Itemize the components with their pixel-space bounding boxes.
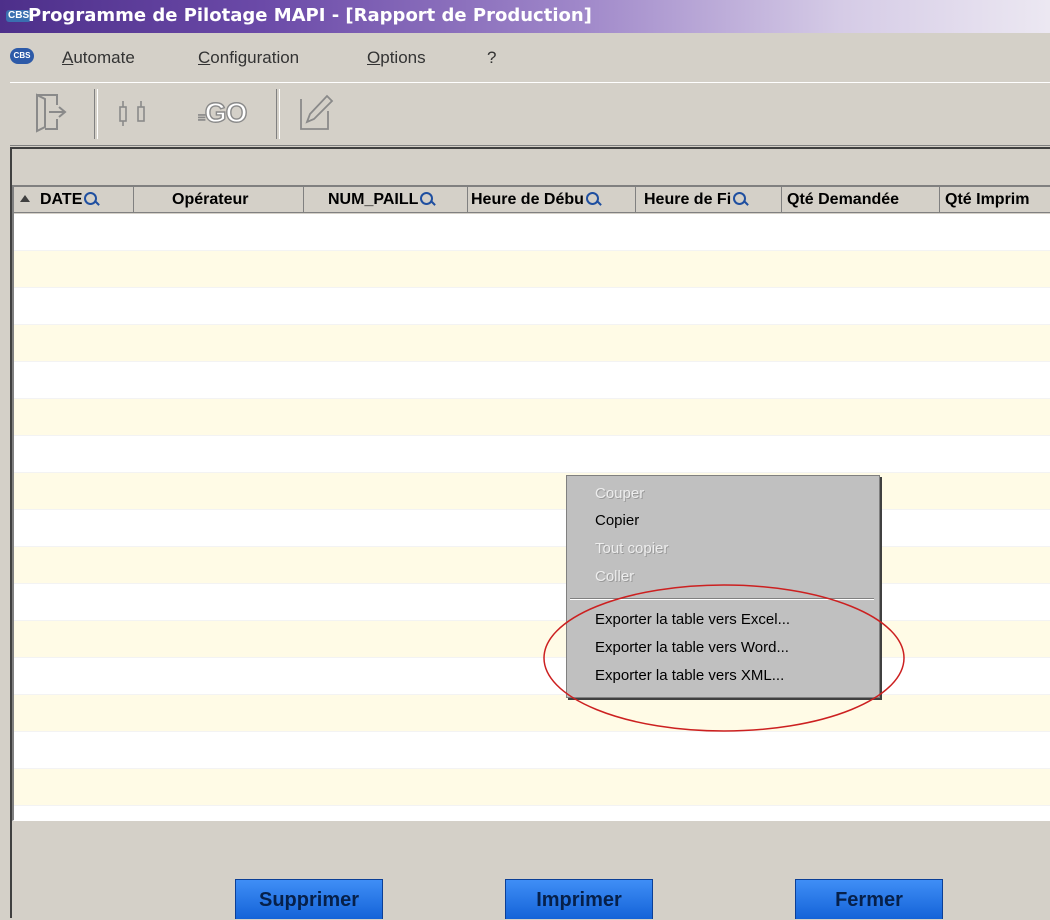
column-header-qte-demandee[interactable]: Qté Demandée [782, 187, 940, 213]
search-filter-icon[interactable] [420, 192, 434, 205]
table-row[interactable] [14, 288, 1050, 325]
table-row[interactable] [14, 695, 1050, 732]
column-header-num-paill[interactable]: NUM_PAILL [304, 187, 468, 213]
edit-button[interactable] [290, 91, 342, 135]
table-row[interactable] [14, 769, 1050, 806]
menu-item-copy-all[interactable]: Tout copier [595, 540, 668, 557]
table-body[interactable] [14, 214, 1050, 820]
table-row[interactable] [14, 732, 1050, 769]
window-title: Programme de Pilotage MAPI - [Rapport de… [28, 5, 592, 26]
table-row[interactable] [14, 547, 1050, 584]
menu-item-export-xml[interactable]: Exporter la table vers XML... [595, 667, 784, 684]
context-menu: Couper Copier Tout copier Coller Exporte… [566, 475, 880, 698]
menu-item-copy[interactable]: Copier [595, 512, 639, 529]
exit-button[interactable] [22, 91, 74, 135]
menu-options[interactable]: Options [367, 48, 426, 68]
table-row[interactable] [14, 510, 1050, 547]
menu-item-export-word[interactable]: Exporter la table vers Word... [595, 639, 789, 656]
table-row[interactable] [14, 325, 1050, 362]
menu-separator [570, 598, 874, 600]
table-row[interactable] [14, 251, 1050, 288]
toolbar-separator [94, 89, 98, 139]
table-row[interactable] [14, 436, 1050, 473]
table-row[interactable] [14, 362, 1050, 399]
search-filter-icon[interactable] [733, 192, 747, 205]
exit-door-icon [36, 93, 67, 133]
print-button[interactable]: Imprimer [505, 879, 653, 919]
search-filter-icon[interactable] [84, 192, 98, 205]
menu-item-export-excel[interactable]: Exporter la table vers Excel... [595, 611, 790, 628]
connect-button[interactable] [110, 91, 156, 135]
table-row[interactable] [14, 621, 1050, 658]
toolbar: ≡GO [10, 82, 1050, 146]
column-header-qte-imprimee[interactable]: Qté Imprim [940, 187, 1050, 213]
go-icon: ≡GO [197, 96, 248, 128]
table-row[interactable] [14, 473, 1050, 510]
table-header: DATE Opérateur NUM_PAILL Heure de Débu H… [14, 187, 1050, 214]
title-bar: CBS Programme de Pilotage MAPI - [Rappor… [0, 0, 1050, 33]
menu-item-paste[interactable]: Coller [595, 568, 634, 585]
delete-button[interactable]: Supprimer [235, 879, 383, 919]
menu-configuration[interactable]: Configuration [198, 48, 299, 68]
table-row[interactable] [14, 584, 1050, 621]
table-row[interactable] [14, 399, 1050, 436]
search-filter-icon[interactable] [585, 192, 599, 205]
column-header-heure-fin[interactable]: Heure de Fi [636, 187, 782, 213]
column-header-operateur[interactable]: Opérateur [134, 187, 304, 213]
column-header-heure-debut[interactable]: Heure de Débu [468, 187, 636, 213]
table-row[interactable] [14, 658, 1050, 695]
table-row[interactable] [14, 214, 1050, 251]
table-row[interactable] [14, 806, 1050, 820]
menu-item-cut[interactable]: Couper [595, 485, 644, 502]
go-button[interactable]: ≡GO [172, 91, 272, 135]
toolbar-separator [276, 89, 280, 139]
edit-pencil-icon [300, 94, 334, 130]
menu-help[interactable]: ? [487, 48, 496, 68]
sort-ascending-icon [20, 195, 30, 202]
connect-plugs-icon [119, 101, 145, 126]
system-menu-icon[interactable]: CBS [10, 48, 34, 64]
close-button[interactable]: Fermer [795, 879, 943, 919]
production-table[interactable]: DATE Opérateur NUM_PAILL Heure de Débu H… [12, 185, 1050, 821]
column-header-date[interactable]: DATE [14, 187, 134, 213]
menu-automate[interactable]: Automate [62, 48, 135, 68]
menu-bar: CBS Automate Configuration Options ? [0, 35, 1050, 75]
